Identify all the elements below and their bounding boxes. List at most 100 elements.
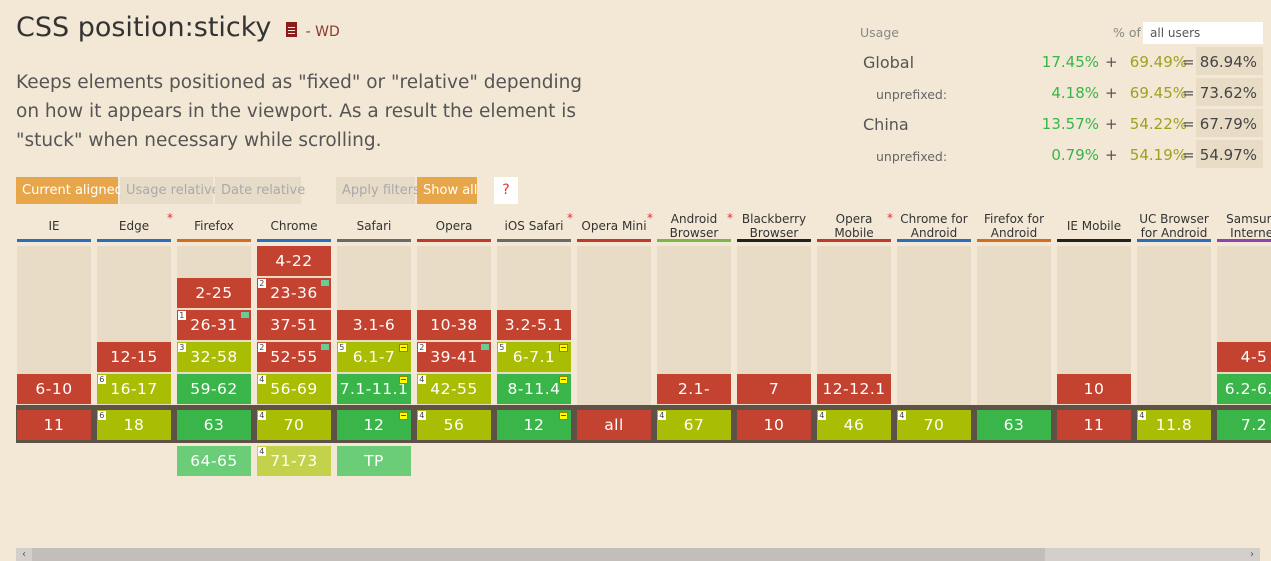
version-cell[interactable]: 63 xyxy=(177,410,251,440)
percent-of-label: % of xyxy=(1113,25,1141,40)
browser-name[interactable]: Blackberry Browser xyxy=(737,209,811,243)
version-cell[interactable]: 2-25 xyxy=(177,278,251,308)
version-cell[interactable]: 42-55 4 xyxy=(417,374,491,404)
version-label: 11 xyxy=(1083,416,1105,434)
prefix-icon xyxy=(559,344,568,352)
version-label: 3.2-5.1 xyxy=(504,316,564,334)
feature-description: Keeps elements positioned as "fixed" or … xyxy=(16,72,583,151)
version-cell[interactable]: 70 4 xyxy=(257,410,331,440)
browser-name[interactable]: iOS Safari * xyxy=(497,209,573,243)
browser-name[interactable]: Opera xyxy=(417,209,491,243)
date-relative-button[interactable]: Date relative xyxy=(215,177,305,204)
browser-name[interactable]: UC Browser for Android xyxy=(1137,209,1211,243)
browser-name[interactable]: Chrome for Android xyxy=(897,209,971,243)
browser-name[interactable]: Firefox xyxy=(177,209,251,243)
version-cell[interactable]: 11 xyxy=(17,410,91,440)
browser-name[interactable]: Edge * xyxy=(97,209,173,243)
version-cell[interactable]: 39-41 2 xyxy=(417,342,491,372)
version-cell[interactable]: 12-15 xyxy=(97,342,171,372)
version-cell[interactable]: 6-7.1 5 xyxy=(497,342,571,372)
usage-row-unprefixed: unprefixed: 4.18% +69.45% = 73.62% xyxy=(860,78,1265,106)
version-cell[interactable]: 8-11.4 xyxy=(497,374,571,404)
version-cell[interactable]: 12-12.1 xyxy=(817,374,891,404)
version-cell[interactable]: 7.1-11.1 xyxy=(337,374,411,404)
version-label: 63 xyxy=(1003,416,1025,434)
note-number-icon: 2 xyxy=(418,343,426,352)
version-cell[interactable]: 10 xyxy=(737,410,811,440)
apply-filters-button[interactable]: Apply filters xyxy=(336,177,420,204)
version-label: 37-51 xyxy=(270,316,318,334)
version-cell[interactable]: 70 4 xyxy=(897,410,971,440)
version-cell[interactable]: 52-55 2 xyxy=(257,342,331,372)
asterisk-icon: * xyxy=(887,211,893,225)
version-label: 12 xyxy=(363,416,385,434)
version-cell[interactable]: 18 6 xyxy=(97,410,171,440)
version-cell[interactable]: 56-69 4 xyxy=(257,374,331,404)
browser-name[interactable]: Samsung Internet xyxy=(1217,209,1271,243)
current-aligned-button[interactable]: Current aligned xyxy=(16,177,123,204)
version-cell[interactable]: 7 xyxy=(737,374,811,404)
version-label: 7 xyxy=(768,380,780,398)
version-cell[interactable]: 63 xyxy=(977,410,1051,440)
version-cell[interactable]: 37-51 xyxy=(257,310,331,340)
version-cell[interactable]: 56 4 xyxy=(417,410,491,440)
horizontal-scrollbar[interactable]: ‹ › xyxy=(16,548,1260,561)
version-cell[interactable]: 64-65 xyxy=(177,446,251,476)
version-cell[interactable]: 2.1-4.4.4 xyxy=(657,374,731,428)
spec-document-icon[interactable] xyxy=(286,22,297,37)
note-number-icon: 2 xyxy=(258,343,266,352)
help-button[interactable]: ? xyxy=(494,177,518,204)
version-cell[interactable]: 6-10 xyxy=(17,374,91,404)
scroll-left-icon[interactable]: ‹ xyxy=(18,548,30,561)
version-cell[interactable]: 12 xyxy=(337,410,411,440)
usage-partial-support: 69.45% xyxy=(1129,84,1187,102)
version-cell[interactable]: 59-62 xyxy=(177,374,251,404)
note-number-icon: 6 xyxy=(98,375,106,384)
version-cell[interactable]: 3.1-6 xyxy=(337,310,411,340)
browser-name[interactable]: IE xyxy=(17,209,91,243)
version-label: 6.2-6.4 xyxy=(1224,380,1271,398)
version-cell[interactable]: 10 xyxy=(1057,374,1131,404)
version-cell[interactable]: 23-36 2 xyxy=(257,278,331,308)
version-cell[interactable]: 6.1-7 5 xyxy=(337,342,411,372)
version-cell[interactable]: 12 xyxy=(497,410,571,440)
version-cell[interactable]: 10-38 xyxy=(417,310,491,340)
feature-title: CSS position:sticky xyxy=(16,12,272,43)
version-label: 10-38 xyxy=(430,316,478,334)
version-cell[interactable]: all xyxy=(577,410,651,440)
version-cell[interactable]: 11 xyxy=(1057,410,1131,440)
user-scope-input[interactable] xyxy=(1143,22,1263,44)
version-label: 6-7.1 xyxy=(512,348,556,366)
usage-relative-button[interactable]: Usage relative xyxy=(120,177,220,204)
scroll-thumb[interactable] xyxy=(32,548,1045,561)
show-all-button[interactable]: Show all xyxy=(417,177,477,204)
prefix-icon xyxy=(399,344,408,352)
browser-name[interactable]: Chrome xyxy=(257,209,331,243)
version-label: all xyxy=(604,416,624,434)
browser-name[interactable]: Safari xyxy=(337,209,411,243)
usage-total: 54.97% xyxy=(1196,140,1263,168)
browser-name-label: IE Mobile xyxy=(1066,219,1122,233)
browser-name[interactable]: Firefox for Android xyxy=(977,209,1051,243)
browser-color-bar xyxy=(817,239,891,242)
browser-name-label: Opera Mobile xyxy=(834,212,874,240)
browser-name[interactable]: Opera Mini * xyxy=(577,209,653,243)
version-cell[interactable]: 32-58 3 xyxy=(177,342,251,372)
version-cell[interactable]: 16-17 6 xyxy=(97,374,171,404)
browser-name[interactable]: Opera Mobile * xyxy=(817,209,893,243)
browser-name[interactable]: IE Mobile xyxy=(1057,209,1131,243)
version-cell[interactable]: 4-5 xyxy=(1217,342,1271,372)
version-cell[interactable]: 4-22 xyxy=(257,246,331,276)
version-cell[interactable]: 71-73 4 xyxy=(257,446,331,476)
version-cell[interactable]: 3.2-5.1 xyxy=(497,310,571,340)
version-cell[interactable]: 6.2-6.4 xyxy=(1217,374,1271,404)
version-cell[interactable]: 7.2 xyxy=(1217,410,1271,440)
scroll-right-icon[interactable]: › xyxy=(1246,548,1258,561)
version-cell[interactable]: 67 4 xyxy=(657,410,731,440)
version-cell[interactable]: 46 4 xyxy=(817,410,891,440)
version-cell[interactable]: TP xyxy=(337,446,411,476)
browser-name[interactable]: Android Browser * xyxy=(657,209,733,243)
version-cell[interactable]: 11.8 4 xyxy=(1137,410,1211,440)
spec-status[interactable]: - WD xyxy=(306,24,340,40)
version-cell[interactable]: 26-31 1 xyxy=(177,310,251,340)
